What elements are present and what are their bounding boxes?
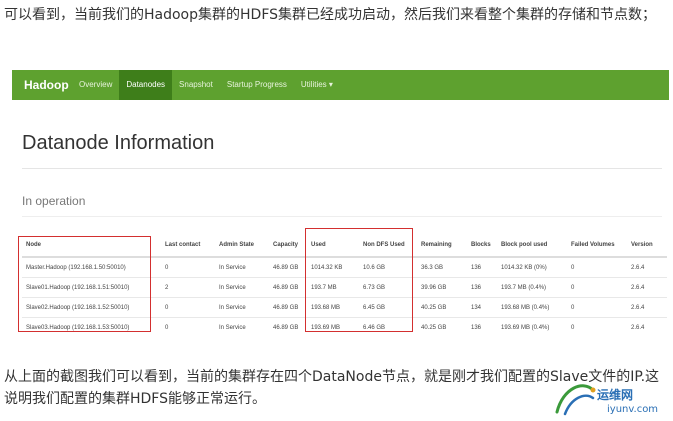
table-cell: 193.69 MB (0.4%)	[497, 317, 567, 337]
column-header: Admin State	[215, 234, 269, 258]
page-title: Datanode Information	[22, 132, 215, 154]
table-cell: 0	[567, 317, 627, 337]
table-cell: 2.6.4	[627, 317, 667, 337]
table-cell: 0	[161, 256, 215, 278]
column-header: Remaining	[417, 234, 467, 258]
site-watermark: 运维网 iyunv.com	[549, 378, 667, 418]
nav-item-overview[interactable]: Overview	[72, 70, 119, 100]
table-cell: 136	[467, 256, 497, 278]
table-cell: 39.96 GB	[417, 277, 467, 298]
column-header: Last contact	[161, 234, 215, 258]
nav-item-datanodes[interactable]: Datanodes	[119, 70, 173, 100]
watermark-name: 运维网	[597, 388, 634, 402]
table-cell: 2.6.4	[627, 277, 667, 298]
column-header: Blocks	[467, 234, 497, 258]
table-cell: 2.6.4	[627, 256, 667, 278]
top-navbar: Hadoop Overview Datanodes Snapshot Start…	[12, 70, 669, 100]
title-divider	[22, 168, 662, 169]
nav-menu: Overview Datanodes Snapshot Startup Prog…	[72, 70, 340, 100]
table-cell: 46.89 GB	[269, 277, 307, 298]
table-cell: 0	[161, 317, 215, 337]
table-cell: In Service	[215, 277, 269, 298]
table-cell: 36.3 GB	[417, 256, 467, 278]
hadoop-screenshot: Hadoop Overview Datanodes Snapshot Start…	[12, 70, 669, 352]
nav-item-startup-progress[interactable]: Startup Progress	[220, 70, 294, 100]
table-cell: 0	[161, 297, 215, 318]
nav-item-snapshot[interactable]: Snapshot	[172, 70, 220, 100]
table-cell: 40.25 GB	[417, 317, 467, 337]
table-cell: In Service	[215, 297, 269, 318]
brand-logo[interactable]: Hadoop	[24, 78, 69, 92]
table-cell: 136	[467, 317, 497, 337]
column-header: Failed Volumes	[567, 234, 627, 258]
table-cell: 193.7 MB (0.4%)	[497, 277, 567, 298]
table-cell: 1014.32 KB (0%)	[497, 256, 567, 278]
table-cell: In Service	[215, 256, 269, 278]
table-cell: 0	[567, 277, 627, 298]
table-cell: 2	[161, 277, 215, 298]
table-cell: 136	[467, 277, 497, 298]
highlight-box-used-columns	[305, 228, 413, 332]
column-header: Capacity	[269, 234, 307, 258]
section-title: In operation	[22, 194, 86, 208]
highlight-box-node-column	[18, 236, 151, 332]
intro-paragraph: 可以看到，当前我们的Hadoop集群的HDFS集群已经成功启动，然后我们来看整个…	[4, 7, 657, 23]
table-cell: 46.89 GB	[269, 297, 307, 318]
table-cell: 193.68 MB (0.4%)	[497, 297, 567, 318]
watermark-domain[interactable]: iyunv.com	[607, 404, 658, 415]
table-cell: 40.25 GB	[417, 297, 467, 318]
nav-item-utilities[interactable]: Utilities ▾	[294, 70, 340, 100]
table-cell: 46.89 GB	[269, 317, 307, 337]
column-header: Version	[627, 234, 667, 258]
table-cell: In Service	[215, 317, 269, 337]
table-cell: 134	[467, 297, 497, 318]
section-divider	[22, 216, 662, 217]
table-cell: 2.6.4	[627, 297, 667, 318]
table-cell: 46.89 GB	[269, 256, 307, 278]
column-header: Block pool used	[497, 234, 567, 258]
table-cell: 0	[567, 256, 627, 278]
table-cell: 0	[567, 297, 627, 318]
